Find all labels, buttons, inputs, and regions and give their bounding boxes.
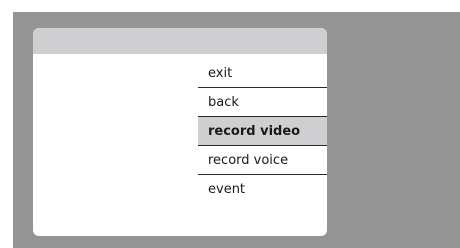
panel-header	[33, 28, 327, 54]
menu-item-exit[interactable]: exit	[198, 59, 327, 88]
menu-item-record-video[interactable]: record video	[198, 117, 327, 146]
menu-item-back[interactable]: back	[198, 88, 327, 117]
device-screen: exit back record video record voice even…	[13, 12, 460, 248]
menu-panel: exit back record video record voice even…	[33, 28, 327, 236]
context-menu: exit back record video record voice even…	[198, 59, 327, 204]
menu-item-record-voice[interactable]: record voice	[198, 146, 327, 175]
menu-item-event[interactable]: event	[198, 175, 327, 204]
